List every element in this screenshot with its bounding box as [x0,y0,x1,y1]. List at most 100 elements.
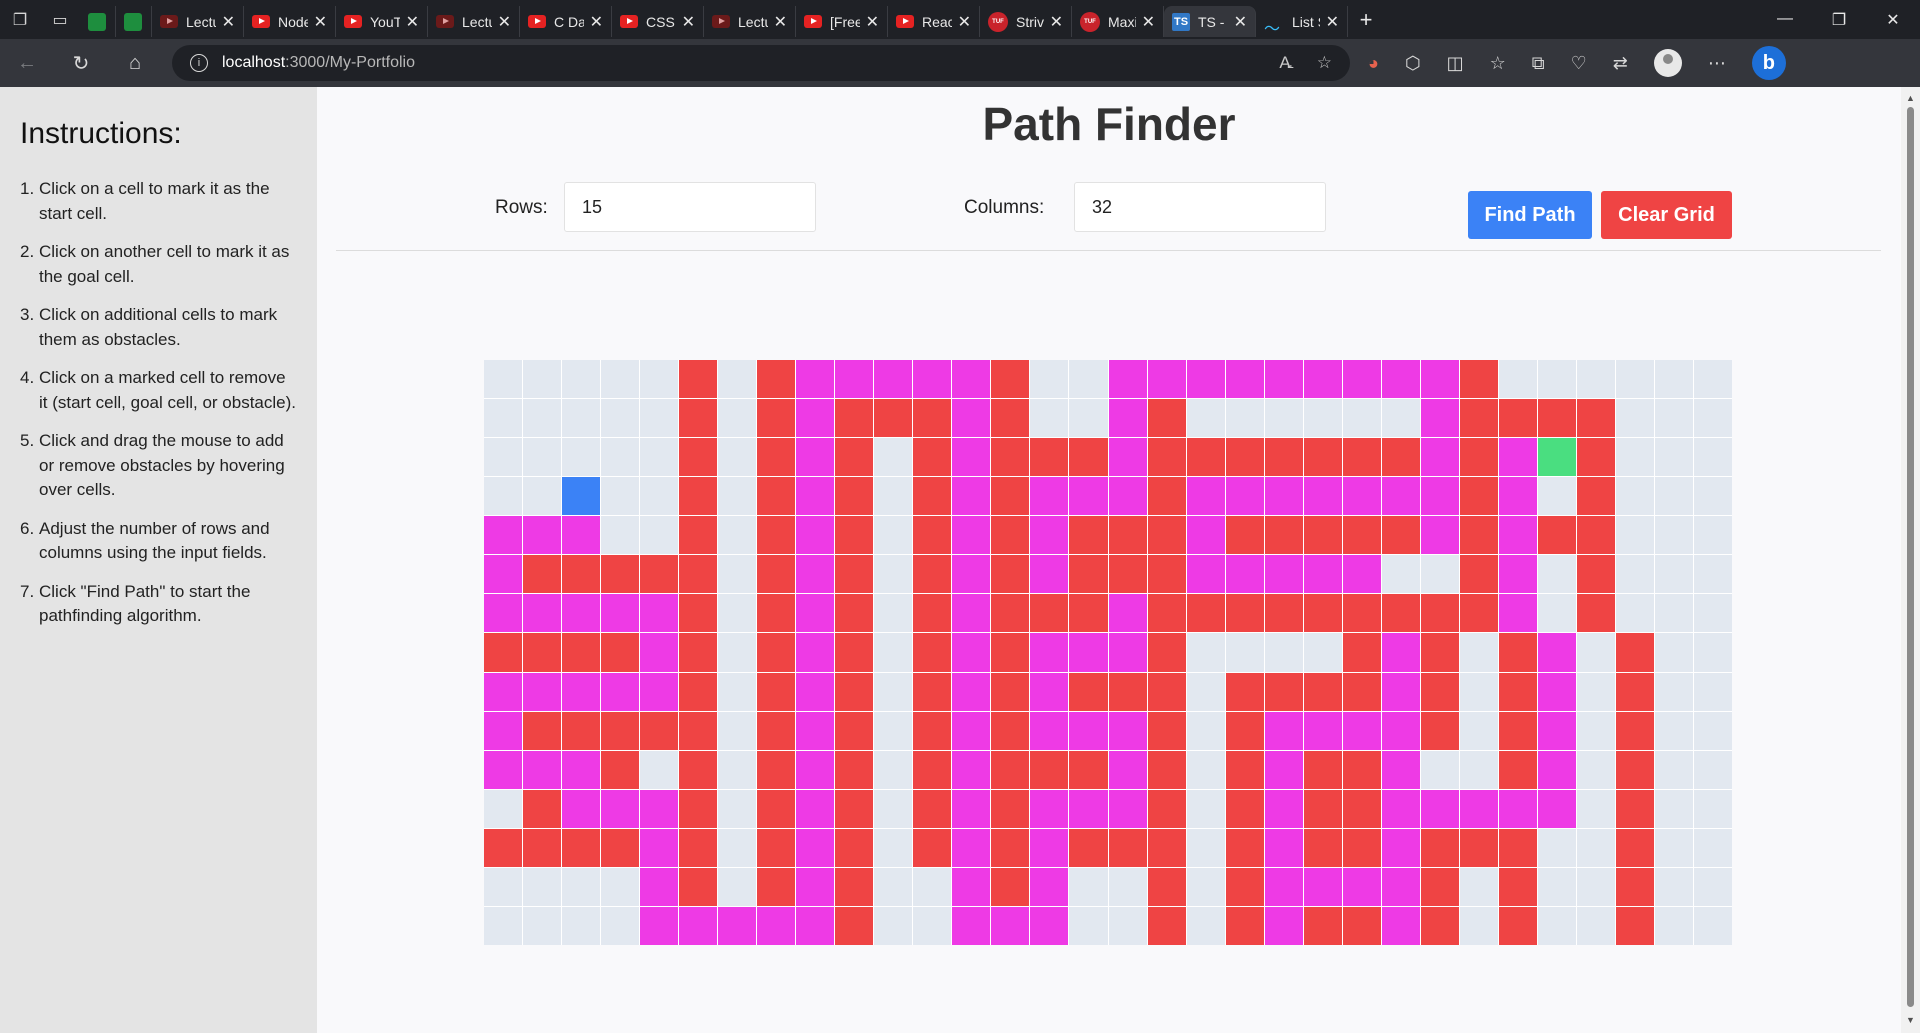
obstacle-cell[interactable] [562,828,601,867]
grid-cell[interactable] [640,516,679,555]
browser-tab[interactable]: [Free ✕ [796,6,888,37]
obstacle-cell[interactable] [1420,633,1459,672]
obstacle-cell[interactable] [1069,828,1108,867]
grid-cell[interactable] [1693,867,1732,906]
browser-tab[interactable]: Lectu ✕ [428,6,520,37]
obstacle-cell[interactable] [1420,906,1459,945]
obstacle-cell[interactable] [1342,633,1381,672]
grid-cell[interactable] [718,672,757,711]
obstacle-cell[interactable] [835,399,874,438]
visited-cell[interactable] [1264,555,1303,594]
grid-cell[interactable] [484,789,523,828]
visited-cell[interactable] [1108,750,1147,789]
grid-cell[interactable] [484,477,523,516]
obstacle-cell[interactable] [1303,594,1342,633]
browser-tab[interactable]: React ✕ [888,6,980,37]
obstacle-cell[interactable] [913,750,952,789]
obstacle-cell[interactable] [1459,360,1498,399]
obstacle-cell[interactable] [913,633,952,672]
visited-cell[interactable] [757,906,796,945]
grid-cell[interactable] [523,360,562,399]
grid-cell[interactable] [718,438,757,477]
obstacle-cell[interactable] [562,711,601,750]
obstacle-cell[interactable] [835,594,874,633]
visited-cell[interactable] [796,906,835,945]
visited-cell[interactable] [796,438,835,477]
grid-cell[interactable] [1459,750,1498,789]
grid-cell[interactable] [1537,828,1576,867]
obstacle-cell[interactable] [1225,828,1264,867]
obstacle-cell[interactable] [991,789,1030,828]
visited-cell[interactable] [484,516,523,555]
obstacle-cell[interactable] [1225,594,1264,633]
visited-cell[interactable] [1537,633,1576,672]
visited-cell[interactable] [1108,360,1147,399]
grid-cell[interactable] [913,906,952,945]
obstacle-cell[interactable] [757,477,796,516]
visited-cell[interactable] [640,867,679,906]
visited-cell[interactable] [796,750,835,789]
grid-cell[interactable] [1654,399,1693,438]
visited-cell[interactable] [952,789,991,828]
visited-cell[interactable] [523,750,562,789]
visited-cell[interactable] [1069,711,1108,750]
visited-cell[interactable] [1303,360,1342,399]
grid-cell[interactable] [523,438,562,477]
obstacle-cell[interactable] [1147,828,1186,867]
obstacle-cell[interactable] [523,789,562,828]
grid-cell[interactable] [523,477,562,516]
obstacle-cell[interactable] [601,633,640,672]
obstacle-cell[interactable] [835,711,874,750]
visited-cell[interactable] [1030,555,1069,594]
obstacle-cell[interactable] [484,828,523,867]
grid-cell[interactable] [874,594,913,633]
grid-cell[interactable] [874,438,913,477]
grid-cell[interactable] [874,750,913,789]
obstacle-cell[interactable] [913,672,952,711]
visited-cell[interactable] [679,906,718,945]
obstacle-cell[interactable] [1225,789,1264,828]
grid-cell[interactable] [1069,399,1108,438]
close-tab-icon[interactable]: ✕ [1142,12,1155,32]
obstacle-cell[interactable] [1225,516,1264,555]
obstacle-cell[interactable] [1459,399,1498,438]
back-icon[interactable]: ← [0,52,54,75]
favorite-star-icon[interactable]: ☆ [1317,53,1332,73]
grid-cell[interactable] [1069,360,1108,399]
obstacle-cell[interactable] [1459,555,1498,594]
obstacle-cell[interactable] [1615,789,1654,828]
visited-cell[interactable] [796,594,835,633]
grid-cell[interactable] [1654,672,1693,711]
obstacle-cell[interactable] [1069,750,1108,789]
grid-cell[interactable] [640,399,679,438]
obstacle-cell[interactable] [1108,828,1147,867]
visited-cell[interactable] [601,672,640,711]
obstacle-cell[interactable] [835,438,874,477]
obstacle-cell[interactable] [1225,750,1264,789]
grid-cell[interactable] [523,399,562,438]
grid-cell[interactable] [1576,360,1615,399]
grid-cell[interactable] [523,867,562,906]
obstacle-cell[interactable] [1615,711,1654,750]
grid-cell[interactable] [1420,750,1459,789]
visited-cell[interactable] [952,711,991,750]
obstacle-cell[interactable] [1342,789,1381,828]
obstacle-cell[interactable] [757,828,796,867]
visited-cell[interactable] [640,672,679,711]
obstacle-cell[interactable] [757,555,796,594]
obstacle-cell[interactable] [835,633,874,672]
grid-cell[interactable] [718,789,757,828]
visited-cell[interactable] [1498,477,1537,516]
visited-cell[interactable] [1030,711,1069,750]
visited-cell[interactable] [874,360,913,399]
grid-cell[interactable] [1030,360,1069,399]
obstacle-cell[interactable] [757,789,796,828]
grid-cell[interactable] [1069,906,1108,945]
visited-cell[interactable] [640,828,679,867]
visited-cell[interactable] [562,750,601,789]
obstacle-cell[interactable] [1342,594,1381,633]
obstacle-cell[interactable] [991,516,1030,555]
obstacle-cell[interactable] [601,750,640,789]
grid-cell[interactable] [1693,594,1732,633]
visited-cell[interactable] [1303,711,1342,750]
